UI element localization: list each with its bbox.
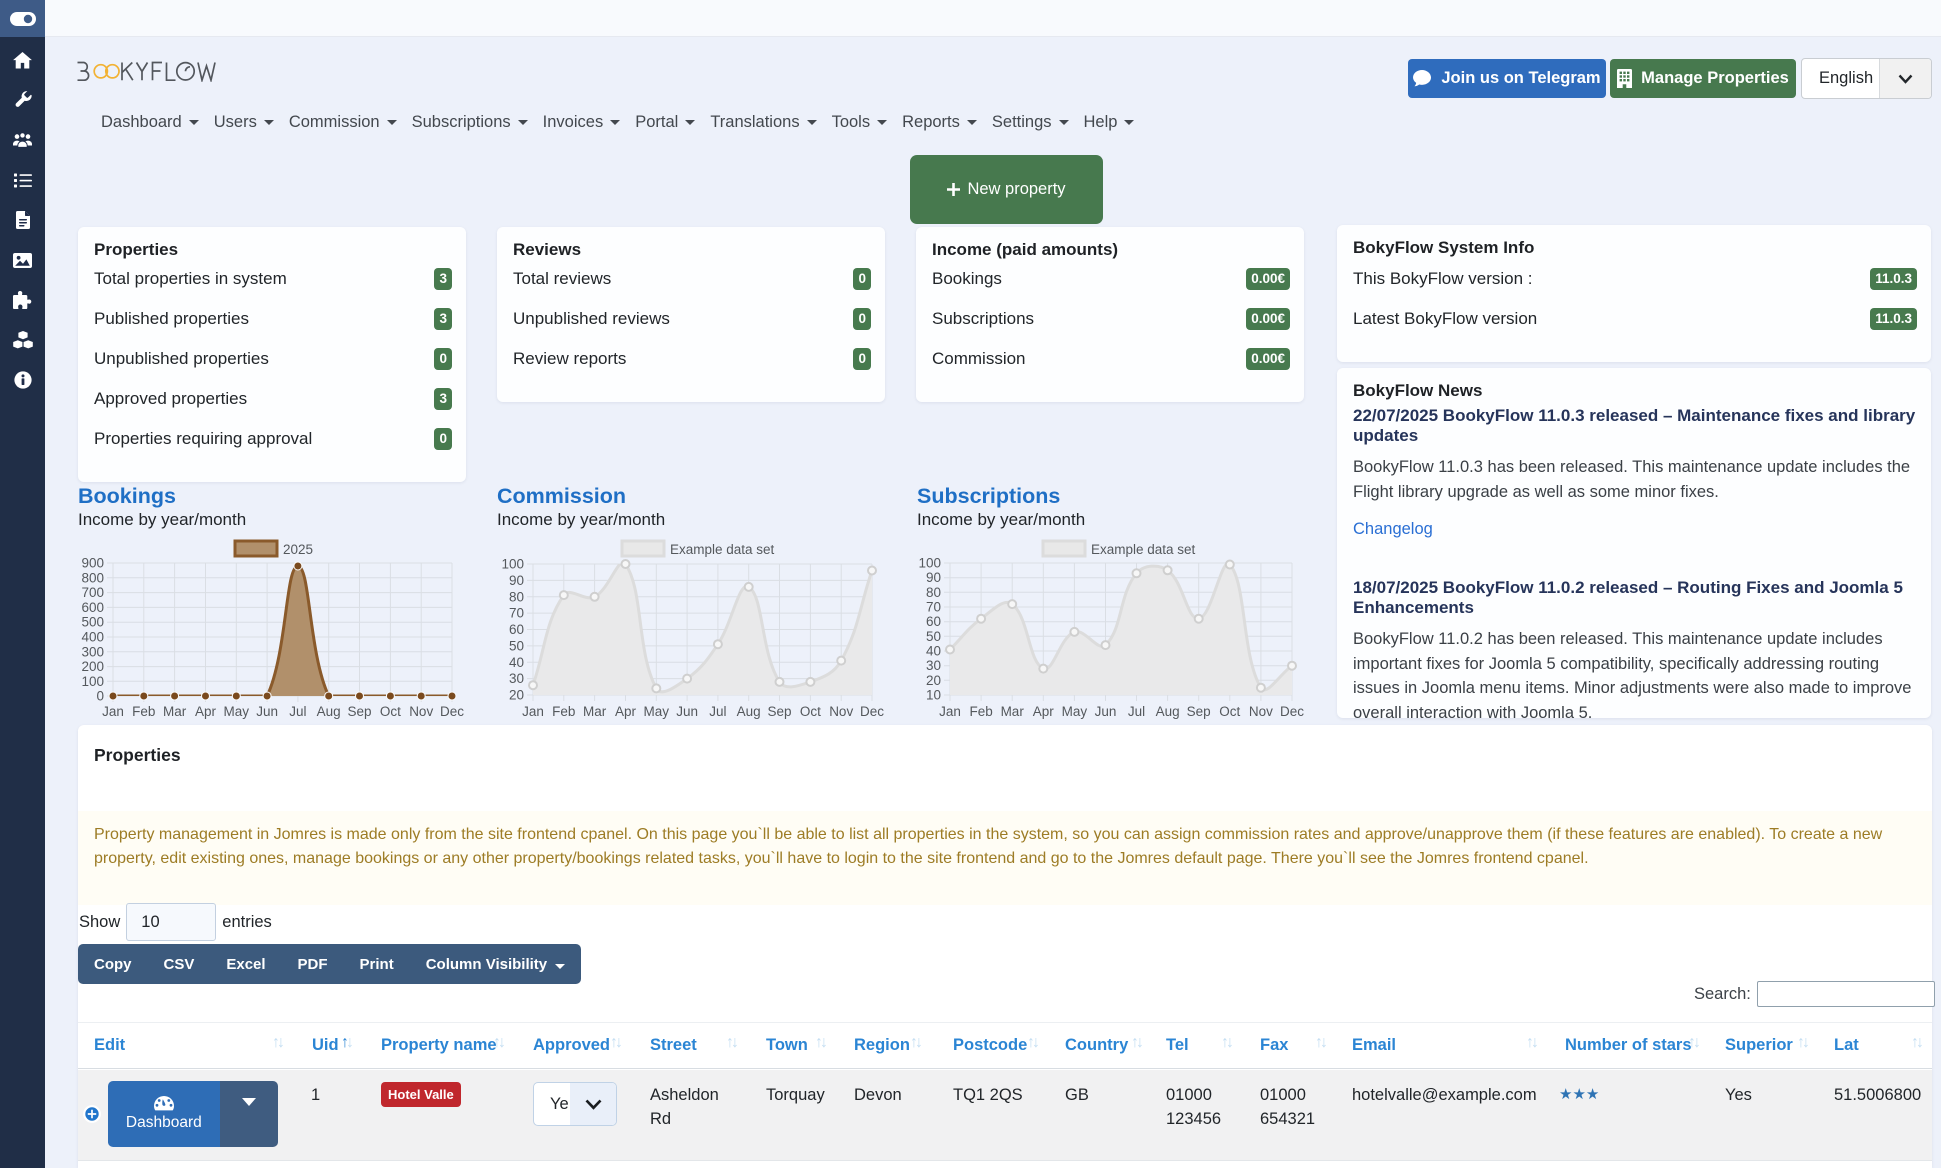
svg-text:60: 60 [509, 622, 524, 637]
svg-text:Aug: Aug [737, 704, 761, 719]
svg-text:Apr: Apr [615, 704, 637, 719]
svg-text:May: May [224, 704, 250, 719]
svg-text:Sep: Sep [1187, 704, 1211, 719]
svg-text:40: 40 [926, 644, 941, 659]
svg-text:Dec: Dec [860, 704, 884, 719]
svg-text:100: 100 [81, 674, 104, 689]
svg-text:Mar: Mar [583, 704, 607, 719]
svg-text:80: 80 [509, 589, 524, 604]
svg-text:Sep: Sep [347, 704, 371, 719]
svg-text:900: 900 [81, 556, 104, 571]
svg-text:Jun: Jun [1095, 704, 1117, 719]
svg-text:Nov: Nov [1249, 704, 1273, 719]
svg-text:50: 50 [509, 638, 524, 653]
svg-text:40: 40 [509, 655, 524, 670]
svg-text:200: 200 [81, 659, 104, 674]
svg-text:60: 60 [926, 614, 941, 629]
svg-text:Mar: Mar [1001, 704, 1025, 719]
svg-text:700: 700 [81, 585, 104, 600]
svg-text:800: 800 [81, 570, 104, 585]
svg-text:Aug: Aug [317, 704, 341, 719]
svg-text:20: 20 [926, 673, 941, 688]
svg-text:Oct: Oct [1219, 704, 1240, 719]
svg-text:Mar: Mar [163, 704, 187, 719]
svg-text:Feb: Feb [552, 704, 575, 719]
svg-text:Feb: Feb [132, 704, 155, 719]
svg-text:80: 80 [926, 585, 941, 600]
svg-text:Jul: Jul [709, 704, 726, 719]
svg-text:70: 70 [509, 606, 524, 621]
svg-text:10: 10 [926, 688, 941, 703]
svg-text:20: 20 [509, 688, 524, 703]
svg-text:Nov: Nov [409, 704, 433, 719]
svg-text:Jul: Jul [1128, 704, 1145, 719]
svg-text:Jan: Jan [522, 704, 544, 719]
svg-text:Sep: Sep [767, 704, 791, 719]
svg-text:Dec: Dec [440, 704, 464, 719]
svg-text:Dec: Dec [1280, 704, 1304, 719]
svg-text:30: 30 [926, 658, 941, 673]
svg-text:Apr: Apr [195, 704, 217, 719]
svg-text:Jan: Jan [939, 704, 961, 719]
svg-text:100: 100 [501, 557, 524, 572]
svg-text:Oct: Oct [800, 704, 821, 719]
svg-text:Feb: Feb [969, 704, 992, 719]
svg-text:Jun: Jun [676, 704, 698, 719]
svg-text:100: 100 [918, 556, 941, 571]
svg-text:500: 500 [81, 615, 104, 630]
svg-text:Jul: Jul [289, 704, 306, 719]
svg-text:Nov: Nov [829, 704, 853, 719]
svg-text:50: 50 [926, 629, 941, 644]
svg-text:90: 90 [509, 573, 524, 588]
svg-text:70: 70 [926, 600, 941, 615]
svg-text:30: 30 [509, 671, 524, 686]
svg-text:300: 300 [81, 644, 104, 659]
svg-text:May: May [644, 704, 670, 719]
svg-text:May: May [1062, 704, 1088, 719]
svg-text:400: 400 [81, 630, 104, 645]
svg-text:Example data set: Example data set [670, 542, 775, 557]
svg-text:Aug: Aug [1156, 704, 1180, 719]
svg-text:0: 0 [96, 689, 104, 704]
svg-text:2025: 2025 [283, 542, 313, 557]
svg-text:Apr: Apr [1033, 704, 1055, 719]
svg-text:Example data set: Example data set [1091, 542, 1196, 557]
svg-text:Jan: Jan [102, 704, 124, 719]
svg-text:Oct: Oct [380, 704, 401, 719]
svg-text:600: 600 [81, 600, 104, 615]
svg-text:Jun: Jun [256, 704, 278, 719]
svg-text:90: 90 [926, 570, 941, 585]
